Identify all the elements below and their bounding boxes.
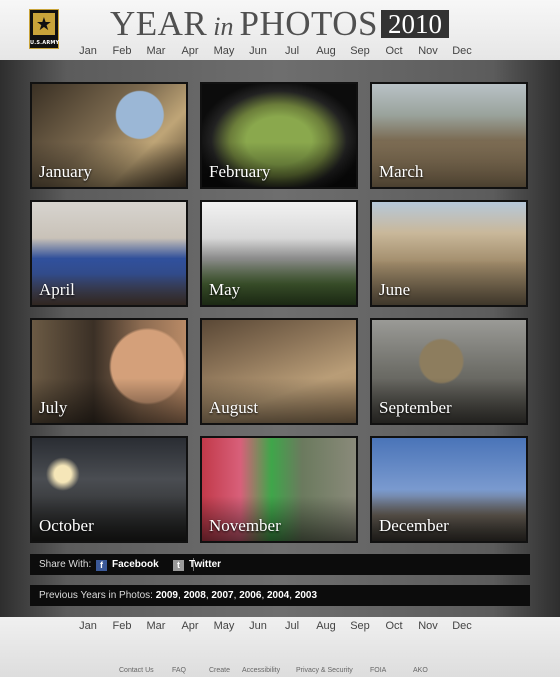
footer-links: Contact Us FAQ Create Accessibility Priv… [0,667,560,677]
page-title: YEAR in PHOTOS [110,4,379,43]
logo-text: U.S.ARMY [30,40,60,46]
title-in-word: in [213,12,234,41]
facebook-icon: f [96,560,107,571]
footer-link-foia[interactable]: FOIA [370,667,386,674]
title-year-word: YEAR [110,4,208,43]
tile-label-may: May [209,280,241,299]
facebook-label: Facebook [112,559,159,570]
month-link-jan[interactable]: Jan [71,620,105,632]
tile-november[interactable]: November [200,436,358,543]
previous-years-label: Previous Years in Photos: [39,590,153,601]
month-link-nov[interactable]: Nov [411,45,445,57]
twitter-label: Twitter [189,559,222,570]
twitter-share-button[interactable]: t Twitter [173,554,221,575]
tile-december[interactable]: December [370,436,528,543]
month-link-may[interactable]: May [207,45,241,57]
month-link-apr[interactable]: Apr [173,620,207,632]
twitter-icon: t [173,560,184,571]
tile-october[interactable]: October [30,436,188,543]
month-link-feb[interactable]: Feb [105,45,139,57]
month-link-jul[interactable]: Jul [275,620,309,632]
month-link-jul[interactable]: Jul [275,45,309,57]
tile-label-august: August [209,398,259,417]
tile-label-september: September [379,398,452,417]
tile-label-april: April [39,280,75,299]
month-link-oct[interactable]: Oct [377,620,411,632]
footer-link-ako[interactable]: AKO [413,667,428,674]
month-link-feb[interactable]: Feb [105,620,139,632]
month-link-oct[interactable]: Oct [377,45,411,57]
share-label: Share With: [39,559,92,570]
tile-may[interactable]: May [200,200,358,307]
month-link-mar[interactable]: Mar [139,45,173,57]
tile-january[interactable]: January [30,82,188,189]
month-link-mar[interactable]: Mar [139,620,173,632]
month-link-apr[interactable]: Apr [173,45,207,57]
tile-label-march: March [379,162,424,181]
title-photos-word: PHOTOS [239,4,379,43]
footer-link-privacy[interactable]: Privacy & Security [296,667,353,674]
facebook-share-button[interactable]: f Facebook [96,554,159,575]
tile-label-june: June [379,280,411,299]
year-link-2007[interactable]: 2007 [211,590,233,601]
tile-july[interactable]: July [30,318,188,425]
month-link-aug[interactable]: Aug [309,45,343,57]
month-link-dec[interactable]: Dec [445,45,479,57]
tile-label-december: December [379,516,449,535]
previous-years-bar: Previous Years in Photos: 2009, 2008, 20… [30,585,530,606]
month-link-sep[interactable]: Sep [343,45,377,57]
tile-label-november: November [209,516,281,535]
tile-june[interactable]: June [370,200,528,307]
year-link-2009[interactable]: 2009 [156,590,178,601]
tile-march[interactable]: March [370,82,528,189]
tile-february[interactable]: February [200,82,358,189]
footer-link-create[interactable]: Create [209,667,230,674]
share-bar: Share With: f Facebook t Twitter [30,554,530,575]
year-link-2006[interactable]: 2006 [239,590,261,601]
star-icon: ★ [33,13,55,35]
month-link-jan[interactable]: Jan [71,45,105,57]
year-link-2004[interactable]: 2004 [267,590,289,601]
month-link-may[interactable]: May [207,620,241,632]
tile-april[interactable]: April [30,200,188,307]
footer-link-faq[interactable]: FAQ [172,667,186,674]
army-logo[interactable]: ★ U.S.ARMY [29,9,59,49]
year-badge: 2010 [381,10,449,38]
footer-link-contact[interactable]: Contact Us [119,667,154,674]
month-link-nov[interactable]: Nov [411,620,445,632]
tile-label-october: October [39,516,94,535]
month-link-jun[interactable]: Jun [241,45,275,57]
month-link-aug[interactable]: Aug [309,620,343,632]
month-link-sep[interactable]: Sep [343,620,377,632]
month-link-jun[interactable]: Jun [241,620,275,632]
tile-september[interactable]: September [370,318,528,425]
tile-label-february: February [209,162,271,181]
tile-august[interactable]: August [200,318,358,425]
footer-link-accessibility[interactable]: Accessibility [242,667,280,674]
month-link-dec[interactable]: Dec [445,620,479,632]
year-link-2008[interactable]: 2008 [184,590,206,601]
year-link-2003[interactable]: 2003 [295,590,317,601]
tile-label-july: July [39,398,68,417]
tile-label-january: January [39,162,92,181]
site-header: ★ U.S.ARMY YEAR in PHOTOS 2010 Jan Feb Mar… [0,0,560,60]
